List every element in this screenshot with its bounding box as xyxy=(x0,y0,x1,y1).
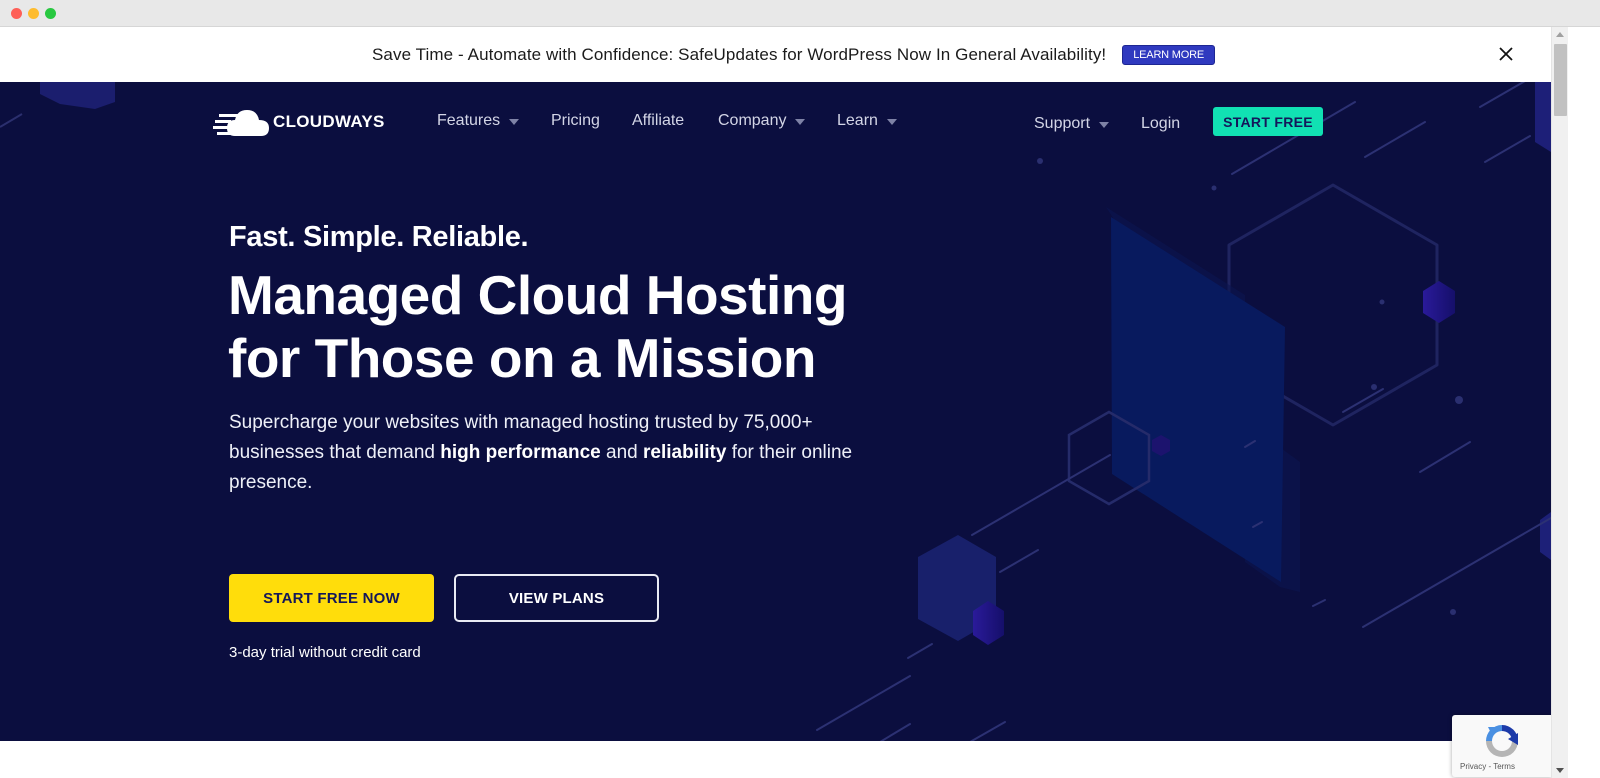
nav-item-affiliate[interactable]: Affiliate xyxy=(632,112,684,130)
headline-line-1: Managed Cloud Hosting xyxy=(228,264,847,326)
nav-item-support[interactable]: Support xyxy=(1034,115,1110,133)
headline-line-2: for Those on a Mission xyxy=(228,327,816,389)
cloud-speed-icon xyxy=(213,110,269,136)
nav-item-pricing[interactable]: Pricing xyxy=(551,112,600,130)
start-free-button[interactable]: START FREE xyxy=(1213,107,1323,136)
nav-item-learn[interactable]: Learn xyxy=(837,112,897,130)
nav-item-label: Affiliate xyxy=(632,112,685,129)
nav-item-label: Support xyxy=(1034,115,1091,132)
nav-item-features[interactable]: Features xyxy=(437,112,520,130)
hero-tagline: Fast. Simple. Reliable. xyxy=(229,221,529,253)
nav-item-label: Features xyxy=(437,112,501,129)
subtext-emphasis: high performance xyxy=(440,442,601,463)
decor-line xyxy=(1362,517,1551,628)
scroll-up-arrow-icon[interactable] xyxy=(1556,32,1564,37)
hero-section: CLOUDWAYS Features Pricing Affiliate Com… xyxy=(0,82,1551,741)
chevron-down-icon xyxy=(509,118,520,125)
scroll-thumb[interactable] xyxy=(1554,44,1567,116)
chevron-down-icon xyxy=(886,118,897,125)
nav-item-label: Pricing xyxy=(551,112,600,129)
hero-subtext: Supercharge your websites with managed h… xyxy=(229,408,909,498)
scroll-down-arrow-icon[interactable] xyxy=(1556,768,1564,773)
decor-line xyxy=(1419,441,1471,473)
decor-line xyxy=(971,454,1111,536)
main-navigation: CLOUDWAYS Features Pricing Affiliate Com… xyxy=(0,82,1551,162)
recaptcha-links[interactable]: Privacy - Terms xyxy=(1460,762,1515,771)
chevron-down-icon xyxy=(795,118,806,125)
nav-item-company[interactable]: Company xyxy=(718,112,806,130)
nav-item-label: Learn xyxy=(837,112,878,129)
announcement-bar: Save Time - Automate with Confidence: Sa… xyxy=(0,27,1551,82)
page-scrollbar[interactable] xyxy=(1551,27,1568,778)
decor-dot xyxy=(1379,299,1385,305)
window-edge xyxy=(1568,27,1600,778)
cloudways-logo[interactable]: CLOUDWAYS xyxy=(213,106,385,138)
decor-dot xyxy=(1371,384,1377,390)
decor-line xyxy=(879,723,911,741)
hero-headline: Managed Cloud Hosting for Those on a Mis… xyxy=(228,264,928,390)
learn-more-button[interactable]: LEARN MORE xyxy=(1122,44,1215,65)
recaptcha-badge[interactable]: Privacy - Terms xyxy=(1452,715,1551,777)
recaptcha-icon xyxy=(1486,725,1518,757)
start-free-now-button[interactable]: START FREE NOW xyxy=(229,574,434,622)
decor-dot xyxy=(1211,185,1217,191)
decor-dot xyxy=(1455,396,1463,404)
window-close-button[interactable] xyxy=(11,8,22,19)
logo-text: CLOUDWAYS xyxy=(273,112,385,131)
window-titlebar xyxy=(0,0,1600,27)
nav-item-label: Company xyxy=(718,112,787,129)
window-maximize-button[interactable] xyxy=(45,8,56,19)
decor-dot xyxy=(1450,609,1456,615)
decor-line xyxy=(999,549,1039,573)
close-icon xyxy=(1499,47,1513,61)
nav-item-login[interactable]: Login xyxy=(1141,115,1180,133)
subtext-emphasis: reliability xyxy=(643,442,727,463)
decor-line xyxy=(907,643,933,659)
view-plans-button[interactable]: VIEW PLANS xyxy=(454,574,659,622)
close-announcement-button[interactable] xyxy=(1495,43,1517,65)
decor-line xyxy=(816,675,911,731)
subtext-part: and xyxy=(600,442,643,463)
decor-line xyxy=(969,721,1006,741)
announcement-text: Save Time - Automate with Confidence: Sa… xyxy=(371,44,1107,64)
chevron-down-icon xyxy=(1099,121,1110,128)
trial-note: 3-day trial without credit card xyxy=(229,644,421,661)
page-viewport: Save Time - Automate with Confidence: Sa… xyxy=(0,27,1551,778)
nav-item-label: Login xyxy=(1141,115,1181,132)
decor-line xyxy=(1312,599,1326,607)
decor-hex xyxy=(1423,281,1455,323)
window-minimize-button[interactable] xyxy=(28,8,39,19)
